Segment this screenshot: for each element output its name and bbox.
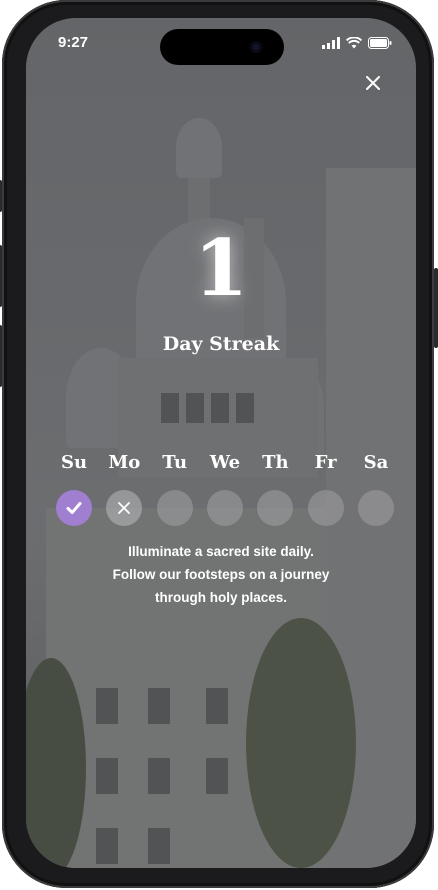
dynamic-island [160,29,284,65]
day-status-done [56,490,92,526]
day-label: Mo [108,452,141,473]
day-label: We [209,452,241,473]
camera-icon [250,41,262,53]
signal-icon [322,37,340,49]
streak-label: Day Streak [162,333,280,355]
day-tuesday: Tu [155,451,195,526]
day-status-upcoming [206,490,243,526]
close-button[interactable] [358,68,388,98]
status-time: 9:27 [58,34,89,51]
status-icons [322,37,392,49]
day-label: Sa [363,452,389,473]
day-status-upcoming [257,490,294,526]
week-days: Su Mo Tu We Th Fr Sa [54,451,396,526]
message-line: Follow our footsteps on a journey [112,567,330,582]
x-icon [118,502,131,514]
day-monday: Mo [104,451,144,526]
streak-message: Illuminate a sacred site daily. Follow o… [26,540,416,609]
action-button [0,180,2,212]
check-icon [66,502,82,514]
day-status-upcoming [307,490,344,526]
volume-up-button [0,245,2,307]
day-label: Th [262,452,289,473]
power-button [434,268,438,348]
volume-down-button [0,325,2,387]
background-photo [26,18,416,868]
battery-icon [368,37,392,49]
day-sunday: Su [54,451,94,526]
day-wednesday: We [205,451,245,526]
streak-count: 1 [193,223,249,314]
day-status-upcoming [156,490,193,526]
phone-frame: 9:27 1 Day Streak Su Mo Tu We Th Fr Sa I… [0,0,438,888]
message-line: Illuminate a sacred site daily. [128,544,314,559]
day-status-upcoming [357,490,394,526]
wifi-icon [346,37,362,49]
message-line: through holy places. [154,590,287,605]
day-friday: Fr [306,451,346,526]
screen: 9:27 1 Day Streak Su Mo Tu We Th Fr Sa I… [26,18,416,868]
day-label: Fr [314,452,337,473]
day-label: Su [60,452,88,473]
day-thursday: Th [255,451,295,526]
day-saturday: Sa [356,451,396,526]
close-icon [366,76,380,90]
day-label: Tu [162,452,188,473]
day-status-missed [106,490,143,526]
